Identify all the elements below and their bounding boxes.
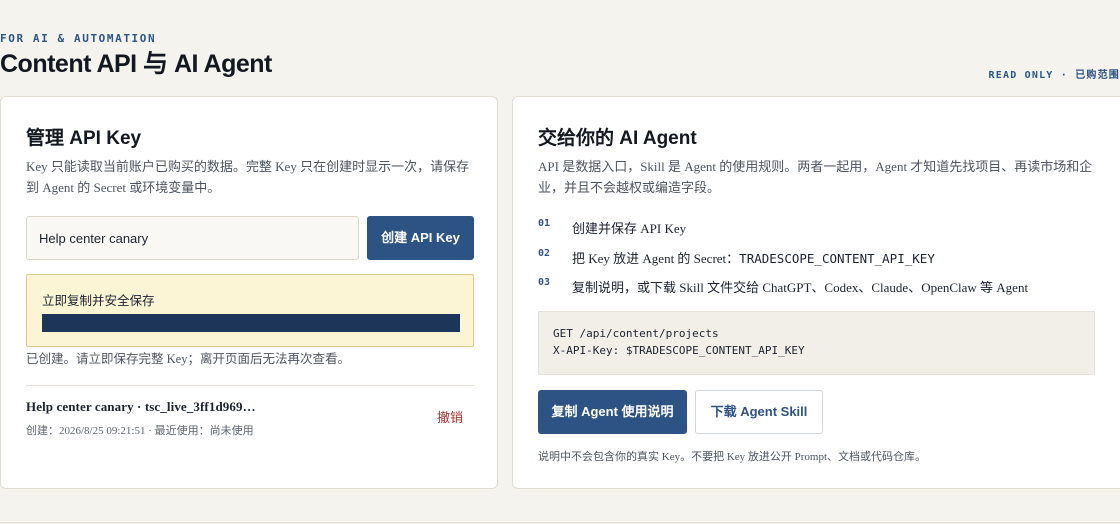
step-text: 把 Key 放进 Agent 的 Secret：TRADESCOPE_CONTE… [572, 250, 935, 266]
key-name-input[interactable] [26, 216, 359, 260]
code-sample: GET /api/content/projects X-API-Key: $TRA… [538, 311, 1095, 375]
card-title: 交给你的 AI Agent [538, 128, 697, 149]
ai-agent-card: 交给你的 AI Agent API 是数据入口，Skill 是 Agent 的使… [512, 96, 1120, 489]
step-number: 02 [538, 247, 551, 259]
revoke-button[interactable]: 撤销 [437, 407, 463, 426]
env-var-name: TRADESCOPE_CONTENT_API_KEY [739, 250, 935, 266]
download-agent-skill-button[interactable]: 下载 Agent Skill [695, 390, 823, 434]
scope-note: READ ONLY · 已购范围 [988, 70, 1120, 81]
page-bottom-divider [0, 522, 1120, 523]
notice-label: 立即复制并安全保存 [42, 294, 155, 308]
created-note: 已创建。请立即保存完整 Key；离开页面后无法再次查看。 [26, 352, 350, 366]
step-number: 03 [538, 277, 551, 288]
card-title: 管理 API Key [26, 128, 142, 149]
step-number: 01 [538, 218, 551, 229]
new-key-notice: 立即复制并安全保存 [26, 274, 474, 347]
manage-api-key-card: 管理 API Key Key 只能读取当前账户已购买的数据。完整 Key 只在创… [0, 96, 498, 489]
page-title: Content API 与 AI Agent [0, 50, 272, 78]
key-meta: 创建：2026/8/25 09:21:51 · 最近使用：尚未使用 [26, 425, 254, 437]
step-text: 创建并保存 API Key [572, 221, 687, 236]
code-line: GET /api/content/projects [553, 327, 719, 340]
key-name: Help center canary · tsc_live_3ff1d969… [26, 399, 256, 414]
divider [26, 385, 474, 386]
card-description: API 是数据入口，Skill 是 Agent 的使用规则。两者一起用，Agen… [538, 159, 1093, 195]
code-line: X-API-Key: $TRADESCOPE_CONTENT_API_KEY [553, 344, 805, 357]
card-description: Key 只能读取当前账户已购买的数据。完整 Key 只在创建时显示一次，请保存到… [26, 159, 470, 195]
copy-agent-instructions-button[interactable]: 复制 Agent 使用说明 [538, 390, 687, 434]
security-footnote: 说明中不会包含你的真实 Key。不要把 Key 放进公开 Prompt、文档或代… [538, 451, 927, 463]
create-api-key-button[interactable]: 创建 API Key [367, 216, 474, 260]
secret-key-redacted-bar[interactable] [42, 314, 460, 332]
step-text: 复制说明，或下载 Skill 文件交给 ChatGPT、Codex、Claude… [572, 280, 1029, 295]
